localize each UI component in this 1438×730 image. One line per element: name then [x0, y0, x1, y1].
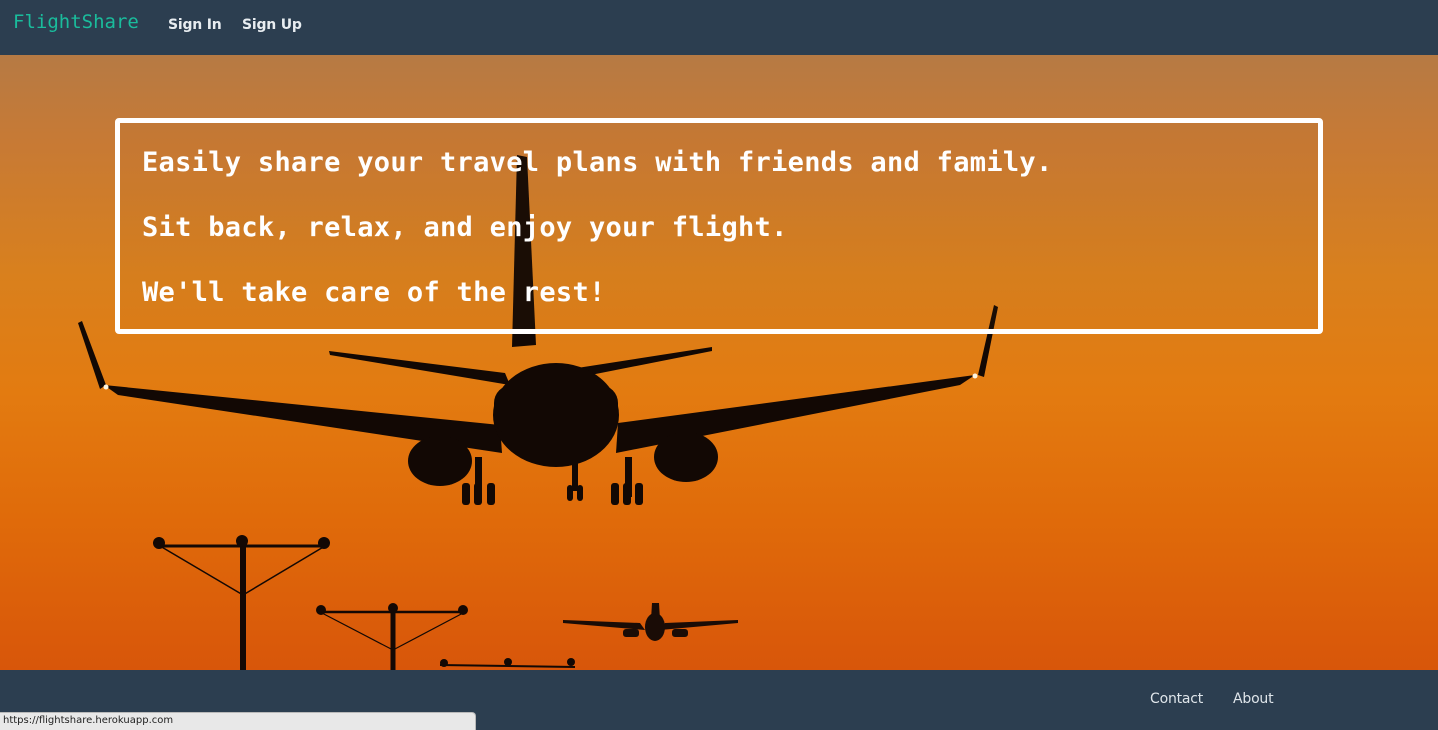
about-link[interactable]: About [1233, 691, 1274, 707]
contact-link[interactable]: Contact [1150, 691, 1203, 707]
browser-status-bar: https://flightshare.herokuapp.com [0, 712, 476, 730]
tagline-line-3: We'll take care of the rest! [142, 277, 606, 308]
sign-up-link[interactable]: Sign Up [242, 17, 302, 33]
sign-in-link[interactable]: Sign In [168, 17, 222, 33]
tagline-line-2: Sit back, relax, and enjoy your flight. [142, 212, 788, 243]
brand-logo-link[interactable]: FlightShare [13, 11, 139, 33]
top-navbar: FlightShare Sign In Sign Up [0, 0, 1438, 55]
hero-section: Easily share your travel plans with frie… [0, 55, 1438, 670]
tagline-line-1: Easily share your travel plans with frie… [142, 147, 1053, 178]
